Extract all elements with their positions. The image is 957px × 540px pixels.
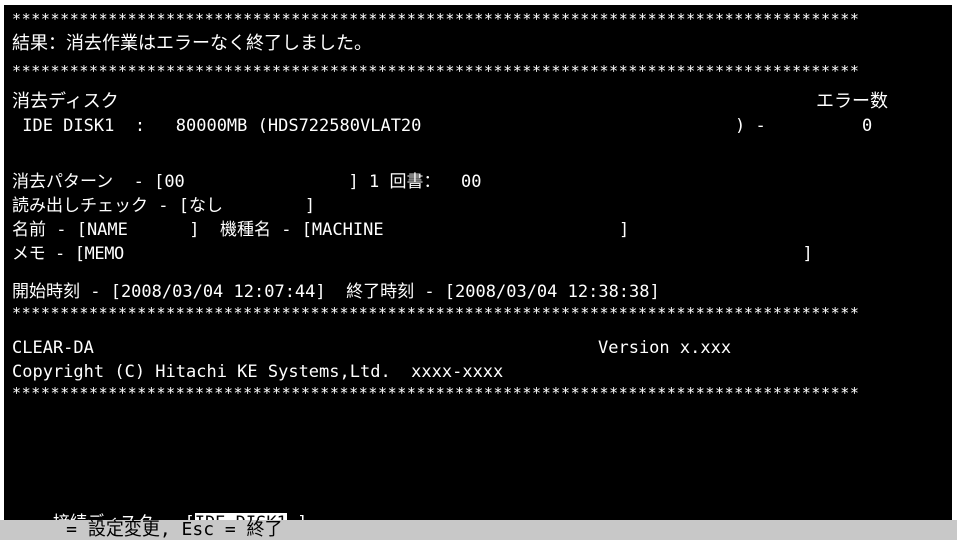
time-line: 開始時刻 - [2008/03/04 12:07:44] 終了時刻 - [200…	[12, 282, 660, 302]
product-name: CLEAR-DA	[12, 338, 94, 358]
terminal-screen: ****************************************…	[0, 0, 957, 540]
frame-right-border	[952, 0, 957, 540]
separator-line: ****************************************…	[12, 10, 860, 28]
disk-row-name: IDE DISK1 : 80000MB (HDS722580VLAT20	[12, 116, 422, 136]
result-message: 結果：消去作業はエラーなく終了しました。	[12, 33, 372, 54]
disk-error-count: 0	[862, 116, 873, 136]
name-machine-line: 名前 - [NAME ] 機種名 - [MACHINE ]	[12, 220, 630, 240]
frame-top-border	[0, 0, 957, 5]
erase-pattern-line: 消去パターン - [00 ] 1 回書： 00	[12, 172, 482, 192]
read-check-line: 読み出しチェック - [なし ]	[12, 196, 316, 216]
disk-header-label: 消去ディスク	[12, 91, 119, 112]
separator-line: ****************************************…	[12, 384, 860, 402]
product-version: Version x.xxx	[598, 338, 732, 358]
disk-row-tail: ) -	[735, 116, 766, 136]
connected-disk-line: 接続ディスク - [IDE DISK1 ]	[12, 493, 307, 533]
status-bar: = 設定変更, Esc = 終了	[0, 520, 957, 540]
separator-line: ****************************************…	[12, 62, 860, 80]
frame-left-border	[0, 0, 4, 540]
separator-line: ****************************************…	[12, 304, 860, 322]
memo-line: メモ - [MEMO ]	[12, 244, 813, 264]
copyright-text: Copyright (C) Hitachi KE Systems,Ltd. xx…	[12, 362, 504, 382]
error-count-header: エラー数	[816, 91, 888, 112]
